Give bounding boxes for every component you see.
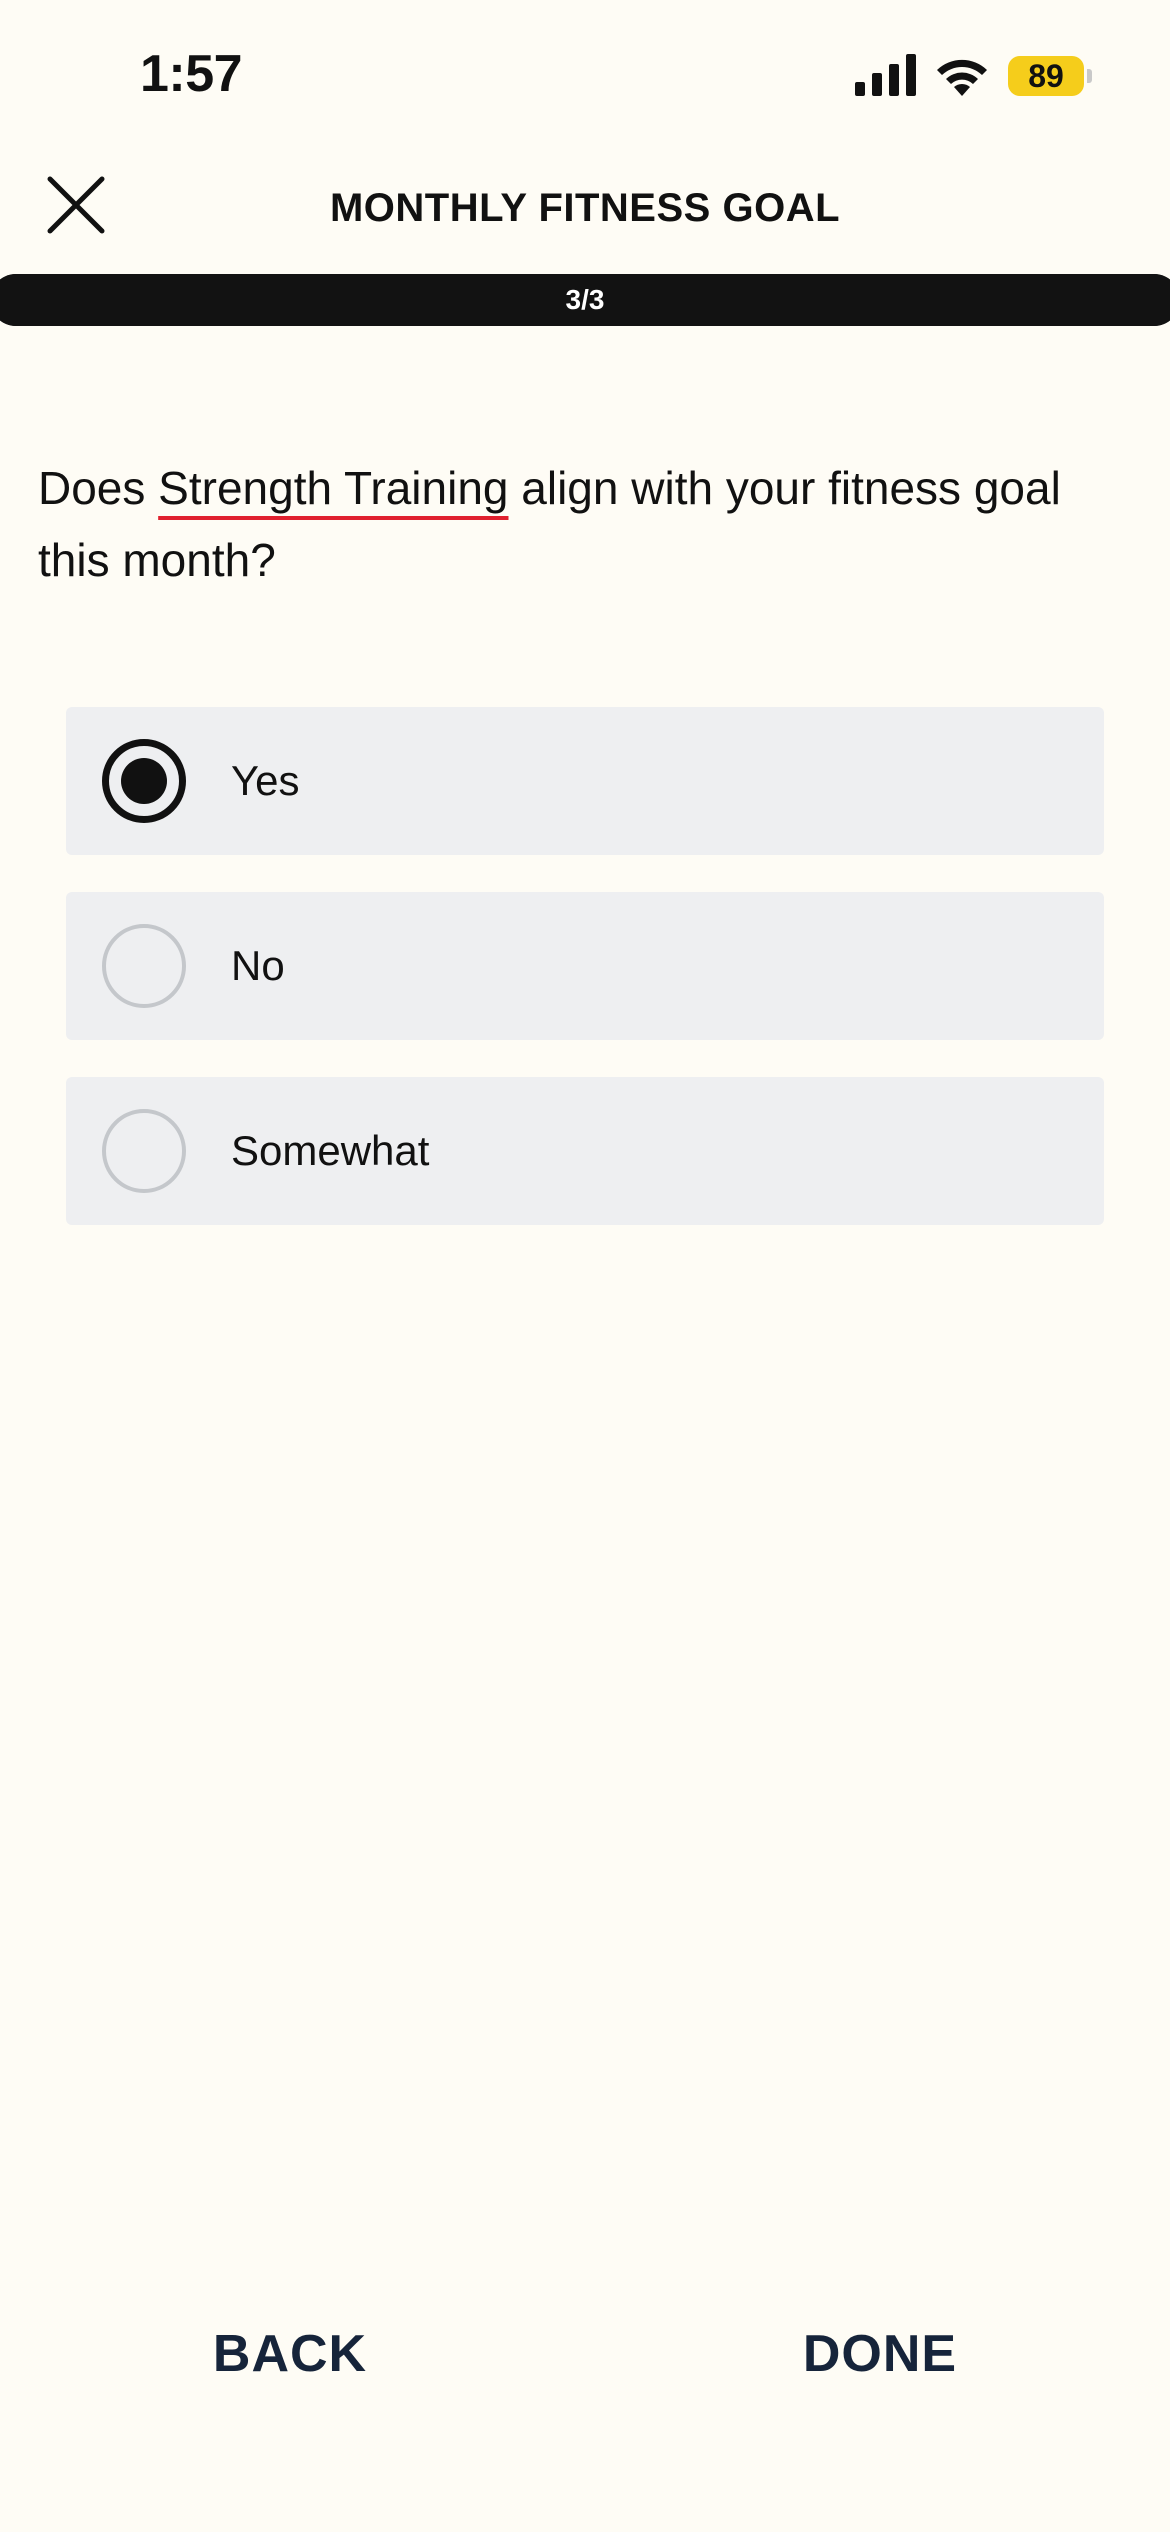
status-bar: 1:57 89 <box>0 0 1170 150</box>
wifi-icon <box>937 59 987 96</box>
battery-level: 89 <box>1008 56 1084 96</box>
option-label: Somewhat <box>231 1127 430 1174</box>
radio-button[interactable] <box>102 1109 186 1193</box>
back-button[interactable]: BACK <box>190 2314 390 2394</box>
option-somewhat[interactable]: Somewhat <box>66 1077 1104 1225</box>
progress-label: 3/3 <box>565 284 605 315</box>
option-label: Yes <box>231 757 300 804</box>
question-text: Does Strength Training align with your f… <box>38 452 1138 596</box>
survey-screen: 1:57 89 MONTHLY FITNESS GOAL 3/3 Does St… <box>0 0 1170 2532</box>
battery-tip <box>1087 69 1092 83</box>
option-yes[interactable]: Yes <box>66 707 1104 855</box>
battery-icon: 89 <box>1008 56 1092 96</box>
cellular-signal-icon <box>855 54 916 96</box>
status-time: 1:57 <box>140 45 243 103</box>
page-title: MONTHLY FITNESS GOAL <box>329 186 841 230</box>
done-button[interactable]: DONE <box>780 2314 980 2394</box>
progress-bar: 3/3 <box>0 274 1170 326</box>
option-no[interactable]: No <box>66 892 1104 1040</box>
question-prefix: Does <box>38 462 159 514</box>
options-list: Yes No Somewhat <box>66 707 1104 1262</box>
radio-button[interactable] <box>102 924 186 1008</box>
question-highlight: Strength Training <box>158 462 509 514</box>
option-label: No <box>231 942 285 989</box>
radio-button[interactable] <box>102 739 186 823</box>
